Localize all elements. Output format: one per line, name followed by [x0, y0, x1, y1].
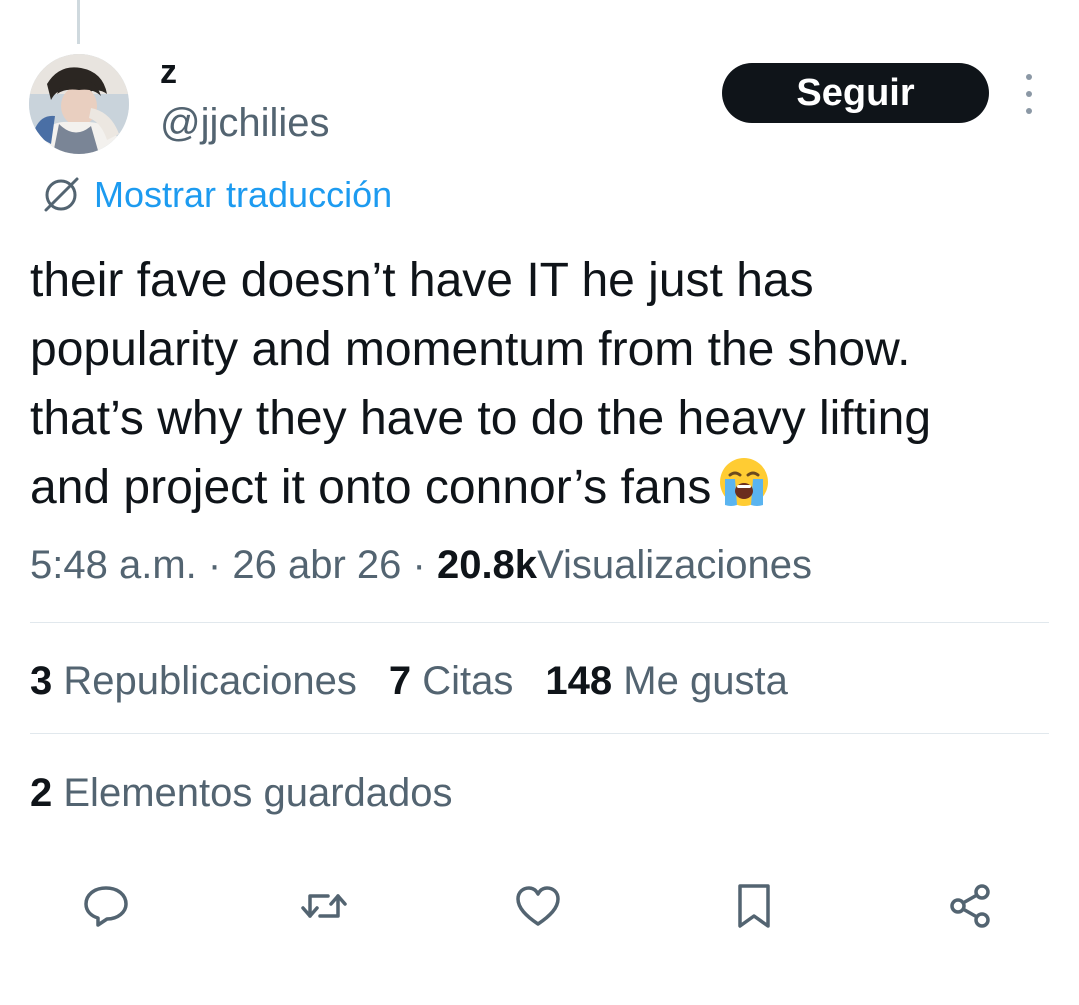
show-translation-label: Mostrar traducción [94, 174, 393, 215]
likes-count: 148 [545, 659, 613, 703]
meta-separator: · [207, 543, 222, 587]
views-label: Visualizaciones [537, 543, 813, 587]
quotes-count: 7 [388, 659, 412, 703]
show-translation-link[interactable]: Mostrar traducción [40, 172, 392, 218]
bookmarks-label: Elementos guardados [63, 771, 453, 815]
likes-label: Me gusta [623, 659, 788, 703]
like-button[interactable] [512, 880, 564, 932]
tweet-text: their fave doesn’t have IT he just has po… [30, 246, 1060, 522]
bookmark-icon [738, 884, 770, 928]
avatar[interactable] [29, 54, 129, 154]
reply-button[interactable] [80, 880, 132, 932]
display-name[interactable]: z [160, 52, 177, 92]
quotes-stat[interactable]: 7 Citas [389, 656, 514, 706]
likes-stat[interactable]: 148 Me gusta [545, 656, 787, 706]
quotes-label: Citas [422, 659, 514, 703]
share-icon [950, 884, 990, 928]
views-count: 20.8k [436, 543, 538, 587]
tweet-text-line: their fave doesn’t have IT he just has [30, 254, 814, 307]
meta-separator: · [412, 543, 426, 587]
tweet-date[interactable]: 26 abr 26 [232, 543, 401, 587]
reposts-count: 3 [30, 659, 53, 703]
tweet-text-line: that’s why they have to do the heavy lif… [30, 392, 932, 445]
tweet-text-line: popularity and momentum from the show. [30, 323, 911, 376]
divider [30, 622, 1049, 623]
engagement-stats: 3 Republicaciones 7 Citas 148 Me gusta [30, 656, 820, 706]
repost-button[interactable] [298, 880, 350, 932]
reposts-label: Republicaciones [63, 659, 357, 703]
bookmarks-stat: 2 Elementos guardados [30, 768, 453, 818]
translate-icon [44, 177, 79, 212]
more-options-icon[interactable] [1014, 74, 1044, 114]
thread-connector-line [77, 0, 80, 44]
avatar-image [29, 54, 129, 154]
user-handle[interactable]: @jjchilies [160, 100, 330, 146]
loudly-crying-face-icon [720, 458, 769, 506]
like-icon [516, 886, 560, 926]
share-button[interactable] [944, 880, 996, 932]
repost-icon [301, 894, 347, 918]
tweet-text-line: and project it onto connor’s fans [30, 461, 712, 514]
bookmark-button[interactable] [728, 880, 780, 932]
reply-icon [84, 886, 128, 927]
reposts-stat[interactable]: 3 Republicaciones [30, 656, 357, 706]
tweet-time[interactable]: 5:48 a.m. [30, 543, 197, 587]
tweet-meta: 5:48 a.m. · 26 abr 26 · 20.8kVisualizaci… [30, 540, 812, 590]
follow-button[interactable]: Seguir [722, 63, 989, 123]
bookmarks-count: 2 [30, 771, 53, 815]
divider [30, 733, 1049, 734]
